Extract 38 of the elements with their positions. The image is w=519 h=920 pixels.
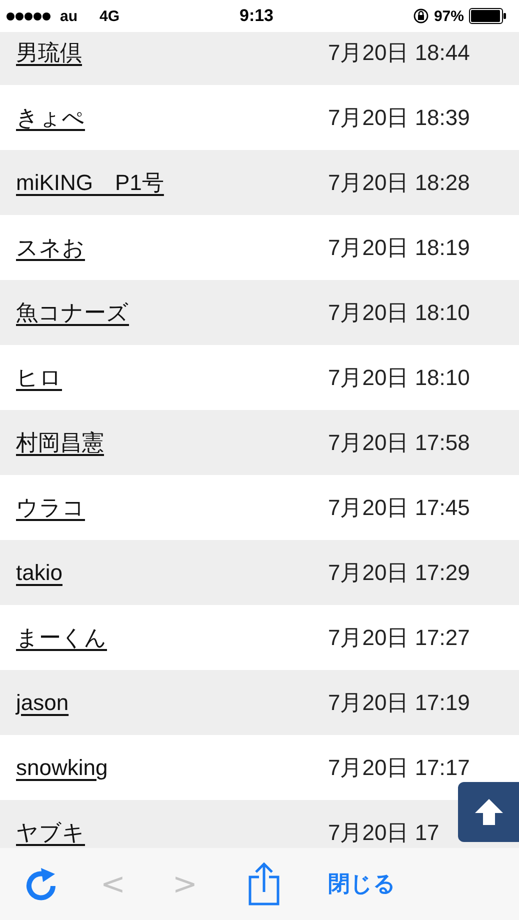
user-link[interactable]: ヤブキ bbox=[16, 818, 85, 848]
user-link[interactable]: 男琉倶 bbox=[16, 38, 82, 68]
post-time: 7月20日 17:27 bbox=[328, 624, 471, 652]
carrier-name: au bbox=[60, 8, 78, 24]
user-link[interactable]: きょぺ bbox=[16, 102, 85, 132]
user-link[interactable]: jason bbox=[16, 690, 69, 716]
scroll-top-button[interactable] bbox=[458, 782, 519, 842]
battery-icon bbox=[469, 8, 507, 24]
rotation-lock-icon bbox=[412, 8, 429, 24]
up-arrow-icon bbox=[474, 798, 504, 826]
post-time: 7月20日 17:19 bbox=[328, 688, 471, 716]
signal-icon bbox=[6, 12, 52, 20]
user-link[interactable]: miKING P1号 bbox=[16, 168, 164, 198]
share-icon[interactable] bbox=[248, 862, 280, 906]
user-link[interactable]: snowking bbox=[16, 754, 108, 780]
post-time: 7月20日 17:29 bbox=[328, 558, 471, 586]
post-time: 7月20日 18:10 bbox=[328, 364, 471, 392]
user-link[interactable]: ウラコ bbox=[16, 492, 85, 522]
user-link[interactable]: takio bbox=[16, 560, 62, 586]
battery-percent: 97% bbox=[434, 8, 464, 24]
user-link[interactable]: まーくん bbox=[16, 622, 107, 652]
post-time: 7月20日 18:19 bbox=[328, 234, 471, 262]
close-button[interactable]: 閉じる bbox=[328, 869, 396, 899]
post-time: 7月20日 18:10 bbox=[328, 298, 471, 326]
post-time: 7月20日 18:39 bbox=[328, 104, 471, 132]
post-time: 7月20日 18:28 bbox=[328, 168, 471, 196]
network-type: 4G bbox=[100, 8, 120, 24]
post-time: 7月20日 17 bbox=[328, 818, 440, 846]
post-time: 7月20日 18:44 bbox=[328, 38, 471, 66]
user-link[interactable]: 魚コナーズ bbox=[16, 298, 129, 328]
post-time: 7月20日 17:58 bbox=[328, 428, 471, 456]
user-link[interactable]: スネお bbox=[16, 232, 85, 262]
status-time: 9:13 bbox=[239, 6, 274, 26]
post-time: 7月20日 17:17 bbox=[328, 754, 471, 782]
user-link[interactable]: ヒロ bbox=[16, 362, 62, 392]
post-time: 7月20日 17:45 bbox=[328, 494, 471, 522]
user-link[interactable]: 村岡昌憲 bbox=[16, 428, 104, 458]
reload-icon[interactable] bbox=[24, 866, 58, 902]
